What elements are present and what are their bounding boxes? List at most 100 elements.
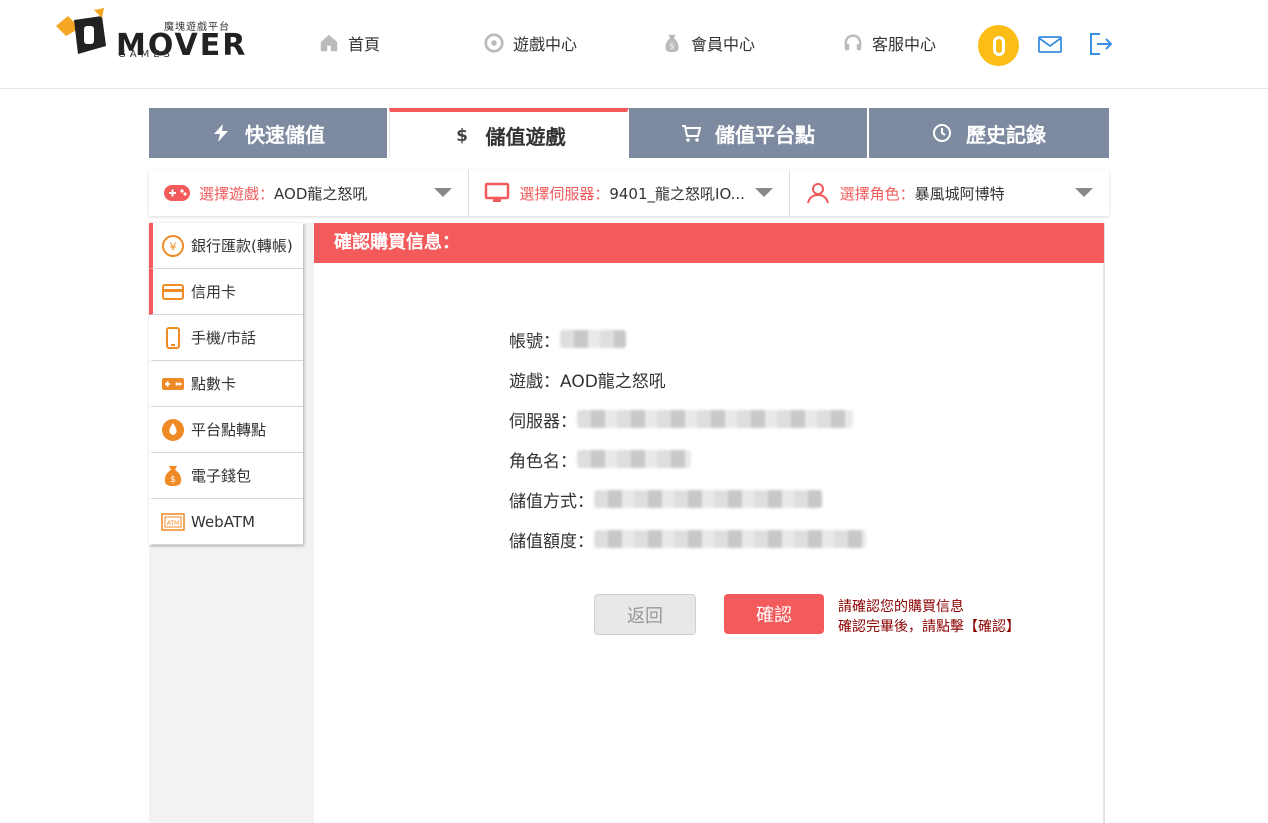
sidebar-item-bank-transfer[interactable]: ¥ 銀行匯款(轉帳) (149, 223, 303, 269)
credit-card-icon (162, 283, 184, 300)
nav-game-center[interactable]: 遊戲中心 (483, 30, 577, 56)
clock-icon (933, 124, 951, 142)
monitor-icon (485, 182, 510, 202)
payment-method-sidebar: ¥ 銀行匯款(轉帳) 信用卡 手機/市話 點數卡 平台點轉點 $ 電子錢包 AT… (149, 223, 303, 545)
info-row-amount: 儲值額度： (509, 519, 866, 559)
redacted-value (594, 530, 866, 548)
drop-icon (162, 418, 184, 441)
sidebar-item-label: 手機/市話 (191, 329, 257, 347)
sidebar-item-point-card[interactable]: 點數卡 (149, 361, 303, 407)
nav-home[interactable]: 首頁 (318, 30, 380, 56)
select-game-label: 選擇遊戲： (199, 184, 275, 203)
svg-text:¥: ¥ (170, 240, 177, 253)
gamepad-icon (484, 33, 504, 53)
confirm-note-line1: 請確認您的購買信息 (838, 599, 964, 615)
gamepad-icon (164, 185, 190, 201)
tab-recharge-game[interactable]: $ 儲值遊戲 (389, 108, 629, 158)
mail-icon[interactable] (1037, 31, 1063, 57)
lightning-icon (214, 124, 228, 142)
select-character[interactable]: 選擇角色： 暴風城阿博特 (790, 170, 1109, 216)
money-bag-icon: $ (665, 34, 679, 53)
sidebar-item-platform-transfer[interactable]: 平台點轉點 (149, 407, 303, 453)
nav-member-center[interactable]: $ 會員中心 (661, 30, 755, 56)
info-label: 伺服器： (509, 411, 577, 432)
coin-icon (992, 35, 1005, 56)
nav-service-center-label: 客服中心 (872, 35, 937, 54)
sidebar-item-label: 電子錢包 (191, 467, 252, 485)
info-label: 儲值方式： (509, 491, 594, 512)
confirm-panel: 確認購買信息： 帳號： 遊戲： AOD龍之怒吼 伺服器： 角色名： 儲值方式： … (314, 223, 1104, 823)
chevron-down-icon (434, 188, 453, 197)
info-label: 帳號： (509, 331, 560, 352)
info-row-game: 遊戲： AOD龍之怒吼 (509, 359, 866, 399)
info-row-character: 角色名： (509, 439, 866, 479)
phone-icon (166, 326, 180, 349)
info-label: 遊戲： (509, 371, 560, 392)
nav-service-center[interactable]: 客服中心 (842, 30, 936, 56)
info-row-account: 帳號： (509, 319, 866, 359)
yuan-icon: ¥ (162, 234, 184, 257)
confirm-note: 請確認您的購買信息 確認完畢後，請點擊【確認】 (838, 597, 1020, 637)
svg-text:ATM: ATM (167, 520, 179, 527)
headset-icon (844, 34, 862, 51)
purchase-info: 帳號： 遊戲： AOD龍之怒吼 伺服器： 角色名： 儲值方式： 儲值額度： (509, 319, 866, 559)
atm-icon: ATM (161, 512, 185, 531)
redacted-value (594, 490, 822, 508)
home-icon (320, 34, 338, 52)
tab-history[interactable]: 歷史記錄 (869, 108, 1109, 158)
panel-divider (1104, 223, 1105, 823)
tab-quick-recharge[interactable]: 快速儲值 (149, 108, 389, 158)
info-label: 角色名： (509, 451, 577, 472)
sidebar-item-credit-card[interactable]: 信用卡 (149, 269, 303, 315)
info-row-payment-method: 儲值方式： (509, 479, 866, 519)
wallet-bag-icon: $ (164, 465, 182, 486)
sidebar-item-webatm[interactable]: ATM WebATM (149, 499, 303, 545)
nav-home-label: 首頁 (348, 35, 381, 54)
mover-logo[interactable]: 魔塊遊戲平台 MOVER GAMES (54, 6, 245, 63)
coin-balance-button[interactable] (978, 25, 1019, 66)
dollar-icon: $ (456, 126, 468, 145)
point-card-icon (162, 377, 184, 390)
logo-icon (56, 8, 106, 54)
tab-recharge-game-label: 儲值遊戲 (485, 124, 566, 149)
tab-recharge-platform-points[interactable]: 儲值平台點 (629, 108, 869, 158)
sidebar-item-label: 銀行匯款(轉帳) (191, 237, 293, 255)
select-server-value: 9401_龍之怒吼IO... (609, 184, 745, 203)
confirm-note-line2: 確認完畢後，請點擊【確認】 (838, 619, 1020, 635)
select-character-label: 選擇角色： (839, 184, 915, 203)
logo-games: GAMES (118, 49, 174, 60)
confirm-button[interactable]: 確認 (724, 594, 824, 634)
sidebar-item-label: 信用卡 (191, 283, 237, 301)
chevron-down-icon (754, 188, 773, 197)
tab-recharge-platform-points-label: 儲值平台點 (715, 122, 815, 147)
select-server[interactable]: 選擇伺服器： 9401_龍之怒吼IO... (469, 170, 790, 216)
sidebar-item-label: 平台點轉點 (191, 421, 267, 439)
svg-text:$: $ (669, 41, 674, 51)
select-server-label: 選擇伺服器： (519, 184, 610, 203)
sidebar-item-phone[interactable]: 手機/市話 (149, 315, 303, 361)
top-header: 魔塊遊戲平台 MOVER GAMES 首頁 遊戲中心 $ 會員中心 客服中心 (0, 0, 1268, 89)
confirm-title: 確認購買信息： (314, 223, 1104, 263)
redacted-value (577, 410, 853, 428)
sidebar-item-label: 點數卡 (191, 375, 237, 393)
nav-member-center-label: 會員中心 (691, 35, 756, 54)
logout-icon[interactable] (1088, 31, 1114, 57)
nav-game-center-label: 遊戲中心 (513, 35, 578, 54)
redacted-value (577, 450, 691, 468)
select-game-value: AOD龍之怒吼 (274, 184, 368, 203)
select-game[interactable]: 選擇遊戲： AOD龍之怒吼 (149, 170, 470, 216)
sidebar-item-e-wallet[interactable]: $ 電子錢包 (149, 453, 303, 499)
redacted-value (560, 330, 626, 348)
back-button[interactable]: 返回 (594, 594, 696, 635)
svg-text:$: $ (456, 126, 468, 145)
tab-history-label: 歷史記錄 (966, 122, 1046, 147)
info-label: 儲值額度： (509, 531, 594, 552)
selector-bar: 選擇遊戲： AOD龍之怒吼 選擇伺服器： 9401_龍之怒吼IO... 選擇角色… (149, 170, 1109, 216)
info-value: AOD龍之怒吼 (560, 371, 666, 392)
user-icon (806, 183, 829, 204)
recharge-tabs: 快速儲值 $ 儲值遊戲 儲值平台點 歷史記錄 (149, 108, 1109, 158)
info-row-server: 伺服器： (509, 399, 866, 439)
tab-quick-recharge-label: 快速儲值 (245, 122, 325, 147)
sidebar-item-label: WebATM (191, 512, 255, 531)
chevron-down-icon (1074, 188, 1093, 197)
